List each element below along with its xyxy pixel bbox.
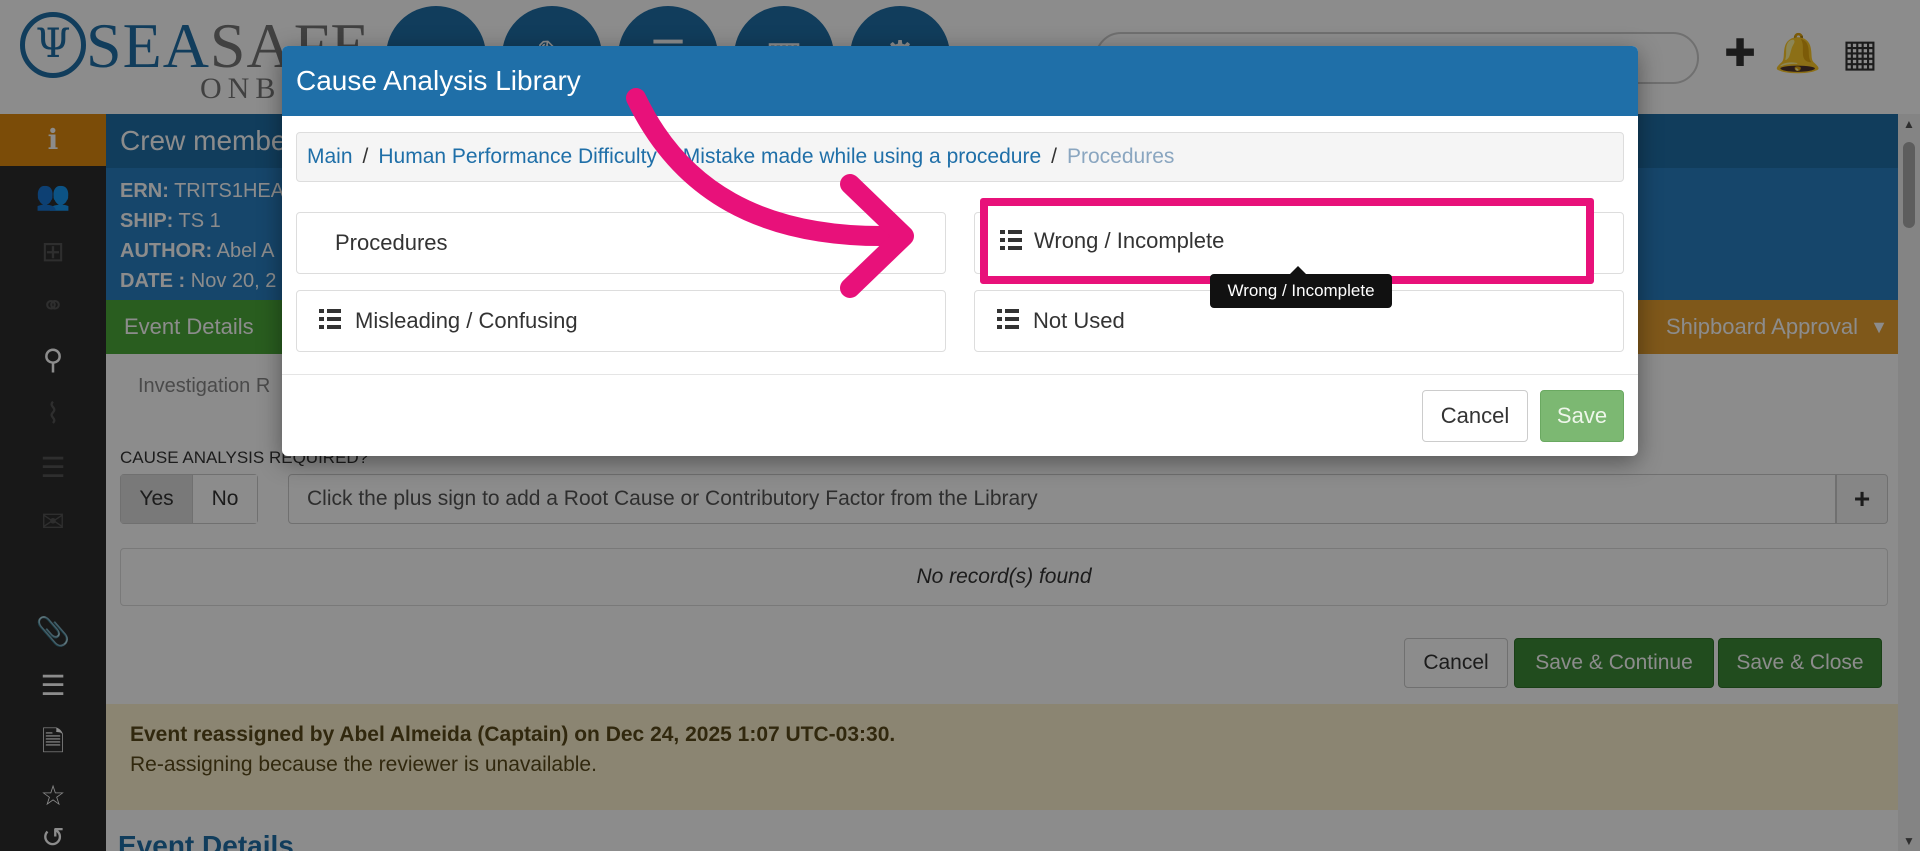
breadcrumb-current: Procedures bbox=[1066, 145, 1175, 168]
breadcrumb-main[interactable]: Main bbox=[307, 145, 353, 168]
breadcrumb-mistake-procedure[interactable]: Mistake made while using a procedure bbox=[683, 145, 1041, 168]
category-label: Misleading / Confusing bbox=[355, 308, 578, 333]
category-procedures[interactable]: Procedures bbox=[296, 212, 946, 274]
list-icon bbox=[319, 309, 341, 329]
tooltip: Wrong / Incomplete bbox=[1210, 274, 1392, 308]
list-icon bbox=[1000, 230, 1022, 250]
modal-cancel-button[interactable]: Cancel bbox=[1422, 390, 1528, 442]
modal-save-button[interactable]: Save bbox=[1540, 390, 1624, 442]
category-label: Procedures bbox=[335, 230, 448, 255]
highlighted-label: Wrong / Incomplete bbox=[1034, 228, 1225, 253]
breadcrumb: Main / Human Performance Difficulty / Mistak… bbox=[296, 132, 1624, 182]
list-icon bbox=[997, 309, 1019, 329]
breadcrumb-human-performance[interactable]: Human Performance Difficulty bbox=[378, 145, 657, 168]
modal-title: Cause Analysis Library bbox=[282, 46, 1638, 116]
modal-footer-divider bbox=[282, 374, 1638, 375]
category-misleading-confusing[interactable]: Misleading / Confusing bbox=[296, 290, 946, 352]
category-label: Not Used bbox=[1033, 308, 1125, 333]
highlighted-wrong-incomplete[interactable]: Wrong / Incomplete bbox=[980, 198, 1594, 284]
tooltip-arrow bbox=[1290, 266, 1306, 274]
